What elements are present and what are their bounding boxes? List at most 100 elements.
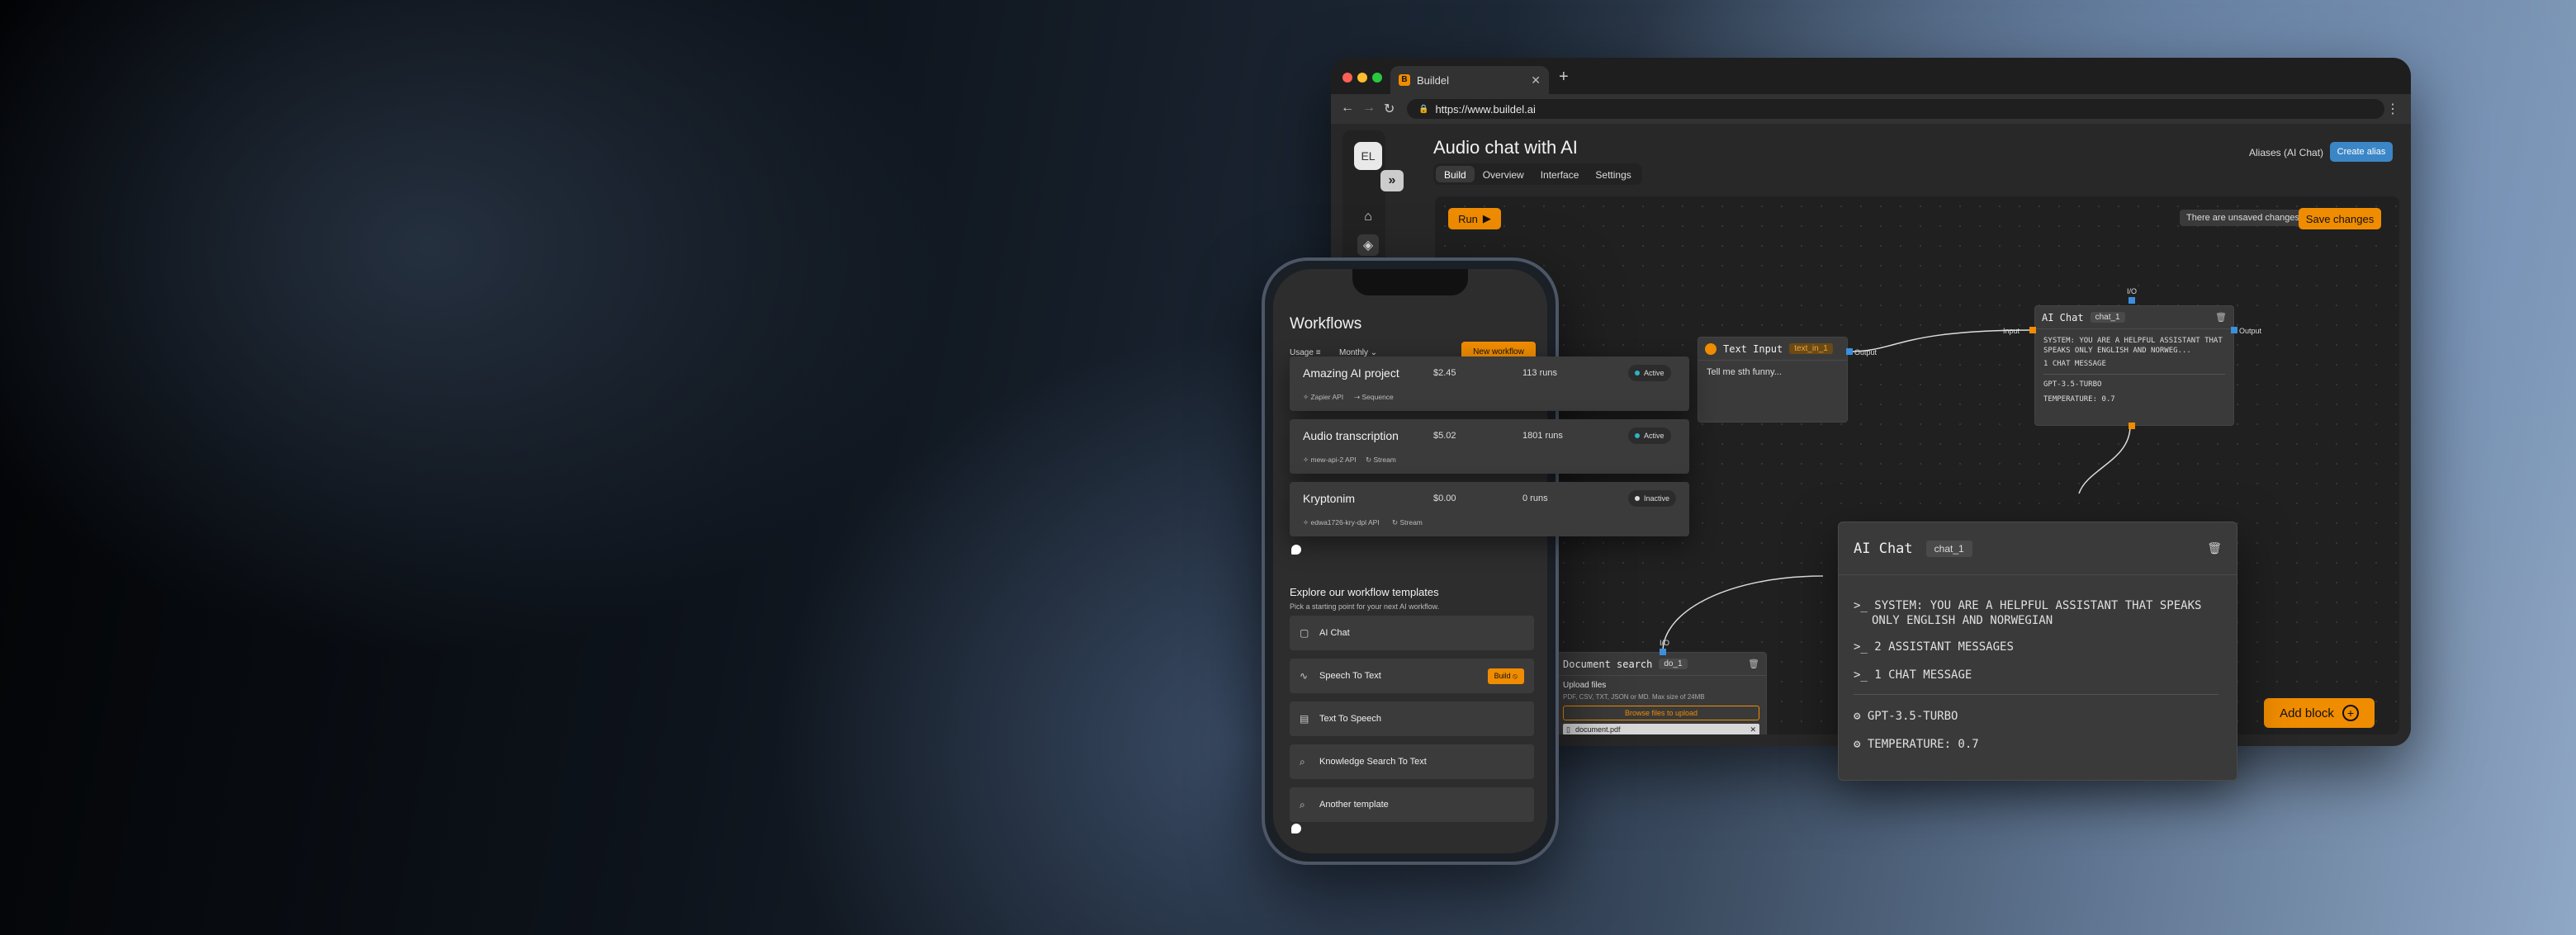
text-input-node-body[interactable]: Tell me sth funny... [1698, 361, 1847, 384]
workflow-row[interactable]: Audio transcription $5.02 1801 runs Acti… [1290, 419, 1689, 474]
workflow-row[interactable]: Amazing AI project $2.45 113 runs Active… [1290, 357, 1689, 411]
tab-settings[interactable]: Settings [1587, 166, 1639, 182]
template-speech-to-text[interactable]: ∿ Speech To Text Build ⦸ [1290, 659, 1534, 693]
mode-text: Sequence [1361, 393, 1394, 401]
search-icon: ⌕ [1300, 798, 1305, 810]
reload-icon[interactable]: ↻ [1384, 101, 1395, 117]
lock-icon: 🔒 [1418, 104, 1429, 114]
document-search-io-port[interactable] [1660, 649, 1666, 655]
template-ai-chat[interactable]: ▢ AI Chat [1290, 616, 1534, 650]
forward-icon[interactable]: → [1362, 101, 1376, 116]
text-input-node-header: Text Input text_in_1 [1698, 338, 1847, 361]
chat-message-line[interactable]: >_ 1 CHAT MESSAGE [1854, 668, 1972, 682]
build-button[interactable]: Build ⦸ [1487, 668, 1524, 684]
minimize-window-button[interactable] [1357, 73, 1367, 83]
ai-chat-messages[interactable]: 1 CHAT MESSAGE [2043, 359, 2225, 369]
ai-chat-node[interactable]: AI Chat chat_1 🗑 SYSTEM: YOU ARE A HELPF… [2034, 305, 2234, 426]
text-input-node[interactable]: Text Input text_in_1 Tell me sth funny..… [1698, 337, 1848, 423]
delete-card-icon[interactable]: 🗑 [2207, 541, 2222, 555]
workflow-mode: ⇢ Sequence [1354, 393, 1394, 401]
document-search-header: Document search do_1 🗑 [1556, 653, 1766, 676]
chat-message-text: 1 CHAT MESSAGE [1874, 668, 1972, 682]
ai-chat-output-port[interactable] [2231, 327, 2237, 333]
tab-build[interactable]: Build [1436, 166, 1475, 182]
address-bar: ← → ↻ 🔒 https://www.buildel.ai ⋮ [1331, 94, 2411, 124]
browser-menu-icon[interactable]: ⋮ [2386, 101, 2399, 117]
close-window-button[interactable] [1342, 73, 1352, 83]
tab-close-icon[interactable]: ✕ [1531, 73, 1541, 87]
ai-chat-input-port[interactable] [2029, 327, 2036, 333]
tab-title: Buildel [1417, 73, 1450, 87]
ai-chat-node-tag: chat_1 [2090, 312, 2125, 323]
ai-chat-bottom-port[interactable] [2129, 423, 2135, 429]
browser-tab[interactable]: B Buildel ✕ [1390, 66, 1549, 94]
document-search-tag: do_1 [1659, 659, 1688, 669]
template-another[interactable]: ⌕ Another template [1290, 787, 1534, 822]
tab-bar: B Buildel ✕ + [1331, 58, 2411, 94]
tab-overview[interactable]: Overview [1475, 166, 1532, 182]
browse-files-button[interactable]: Browse files to upload [1563, 706, 1759, 720]
ai-chat-card-header: AI Chat chat_1 🗑 [1839, 522, 2237, 575]
aliases-dropdown[interactable]: Aliases (AI Chat) [2249, 147, 2323, 158]
status-text: Inactive [1644, 494, 1670, 503]
ai-chat-system-prompt[interactable]: SYSTEM: YOU ARE A HELPFUL ASSISTANT THAT… [2043, 336, 2225, 356]
tab-interface[interactable]: Interface [1532, 166, 1588, 182]
ai-chat-card-zoomed[interactable]: AI Chat chat_1 🗑 >_ SYSTEM: YOU ARE A HE… [1838, 522, 2237, 781]
assistant-messages-text: 2 ASSISTANT MESSAGES [1874, 640, 2014, 654]
ai-chat-output-label: Output [2239, 327, 2262, 335]
workflow-name: Amazing AI project [1303, 366, 1399, 380]
template-text-to-speech[interactable]: ▤ Text To Speech [1290, 701, 1534, 736]
system-prompt-line[interactable]: >_ SYSTEM: YOU ARE A HELPFUL ASSISTANT T… [1854, 598, 2201, 613]
delete-node-icon[interactable]: 🗑 [1748, 659, 1759, 669]
workflow-api: ✧ Zapier API [1303, 393, 1344, 401]
ai-chat-io-port[interactable] [2129, 297, 2135, 304]
home-icon[interactable]: ⌂ [1357, 206, 1379, 228]
workflow-cost: $2.45 [1433, 368, 1456, 378]
document-search-node[interactable]: Document search do_1 🗑 Upload files PDF,… [1556, 652, 1767, 734]
temperature-line: ⚙ TEMPERATURE: 0.7 [1854, 738, 1979, 751]
mode-text: Stream [1399, 518, 1423, 527]
assistant-messages-line[interactable]: >_ 2 ASSISTANT MESSAGES [1854, 640, 2014, 654]
page-tabs: Build Overview Interface Settings [1433, 163, 1642, 185]
status-dot [1635, 433, 1640, 438]
touch-cursor-icon [1291, 824, 1301, 833]
mode-text: Stream [1373, 456, 1396, 464]
search-icon: ⌕ [1300, 755, 1305, 767]
avatar[interactable]: EL [1354, 142, 1382, 170]
maximize-window-button[interactable] [1372, 73, 1382, 83]
new-tab-icon[interactable]: + [1559, 68, 1569, 87]
expand-sidebar-icon[interactable]: » [1380, 170, 1404, 191]
workflow-api: ✧ mew-api-2 API [1303, 456, 1357, 464]
template-knowledge-search[interactable]: ⌕ Knowledge Search To Text [1290, 744, 1534, 779]
url-input[interactable]: 🔒 https://www.buildel.ai [1407, 99, 2384, 119]
workflow-runs: 113 runs [1522, 368, 1557, 378]
plus-circle-icon: + [2342, 705, 2359, 721]
status-dot [1635, 496, 1640, 501]
layers-icon[interactable]: ◈ [1357, 234, 1379, 256]
template-label: AI Chat [1319, 628, 1350, 638]
status-badge: Active [1628, 427, 1671, 444]
delete-node-icon[interactable]: 🗑 [2215, 312, 2227, 323]
create-alias-button[interactable]: Create alias [2330, 142, 2393, 162]
file-icon: ▯ [1566, 725, 1570, 734]
url-text: https://www.buildel.ai [1435, 102, 1536, 116]
workflow-row[interactable]: Kryptonim $0.00 0 runs Inactive ✧ edwa17… [1290, 482, 1689, 536]
workflow-api: ✧ edwa1726-kry-dpl API [1303, 518, 1380, 527]
text-input-output-port[interactable] [1846, 348, 1853, 355]
api-text: mew-api-2 API [1310, 456, 1357, 464]
wave-icon: ∿ [1300, 670, 1309, 682]
api-text: Zapier API [1310, 393, 1344, 401]
ai-chat-node-header: AI Chat chat_1 🗑 [2035, 306, 2233, 329]
api-text: edwa1726-kry-dpl API [1310, 518, 1380, 527]
document-search-title: Document search [1563, 658, 1653, 670]
add-block-button[interactable]: Add block + [2264, 698, 2375, 728]
template-label: Knowledge Search To Text [1319, 757, 1427, 767]
status-text: Active [1644, 432, 1664, 440]
templates-title: Explore our workflow templates [1290, 586, 1439, 598]
back-icon[interactable]: ← [1341, 101, 1354, 116]
temperature-text: TEMPERATURE: 0.7 [1867, 738, 1979, 751]
upload-hint: PDF, CSV, TXT, JSON or MD. Max size of 2… [1563, 693, 1705, 701]
remove-file-icon[interactable]: ✕ [1750, 725, 1756, 734]
workflow-mode: ↻ Stream [1392, 518, 1423, 527]
touch-cursor-icon [1291, 545, 1301, 555]
